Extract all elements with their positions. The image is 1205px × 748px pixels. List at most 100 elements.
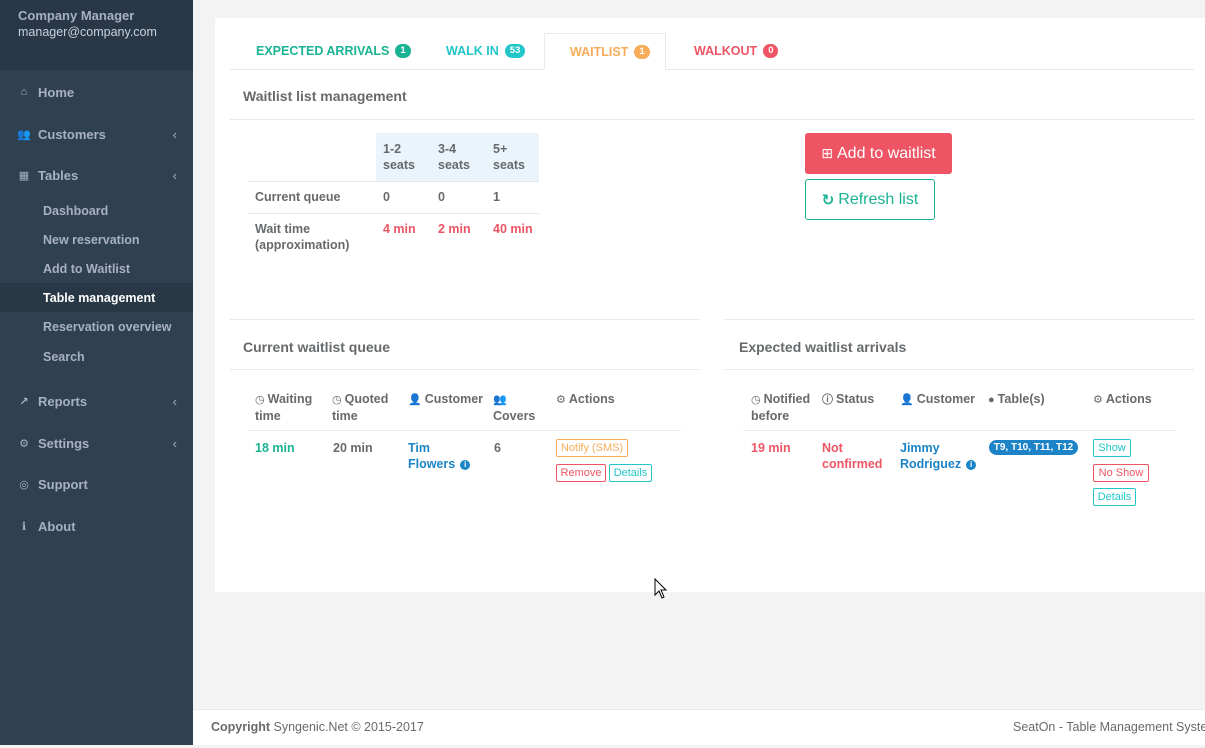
footer-app-name: SeatOn - Table Management System [1013,720,1205,734]
chevron-left-icon: ‹ [172,126,177,142]
divider [230,119,1194,120]
arrival-details-button[interactable]: Details [1093,488,1136,506]
table-divider [743,430,1176,431]
nav-sub-new-reservation[interactable]: New reservation [0,225,193,254]
nav-settings[interactable]: ⚙ Settings ‹ [0,432,193,454]
nav-settings-label: Settings [38,435,90,451]
profile-header[interactable]: Company Manager manager@company.com [0,0,193,70]
info-circle-icon: ⓘ [822,394,833,406]
nav-reports-label: Reports [38,393,88,409]
gears-icon: ⚙ [1093,394,1103,406]
header-customer: 👤 Customer [408,392,484,406]
table-divider [248,213,539,214]
tab-count-badge: 1 [395,44,411,58]
tab-walkout-label: WALKOUT [694,44,758,58]
chevron-left-icon: ‹ [172,393,177,409]
info-icon: ℹ [21,520,27,533]
nav-reports[interactable]: ↗ Reports ‹ [0,390,193,412]
nav-sub-reservation-overview[interactable]: Reservation overview [0,312,193,341]
header-status: ⓘ Status [822,392,875,406]
info-icon[interactable]: i [460,459,471,470]
no-show-button[interactable]: No Show [1093,464,1149,482]
tab-waitlist-label: WAITLIST [570,44,629,59]
tab-expected-arrivals[interactable]: EXPECTED ARRIVALS 1 [256,33,411,69]
tab-count-badge: 53 [504,44,526,58]
add-to-waitlist-button[interactable]: ⊞ Add to waitlist [805,133,952,174]
tab-count-badge: 0 [763,44,779,58]
seats-header-3-4: 3-4 seats [438,142,470,172]
nav-support[interactable]: ◎ Support [0,473,193,495]
clock-icon: ◷ [255,394,265,406]
notify-sms-button[interactable]: Notify (SMS) [556,439,628,457]
wait-value-5-plus: 40 min [493,222,533,236]
add-to-waitlist-label: Add to waitlist [837,144,936,162]
circle-icon: ● [988,394,995,406]
clock-icon: ◷ [332,394,342,406]
details-button[interactable]: Details [609,464,652,482]
mouse-cursor-icon [654,578,668,599]
nav-customers-label: Customers [38,126,106,142]
refresh-list-button[interactable]: ↻ Refresh list [805,179,935,220]
nav-home[interactable]: ⌂ Home [0,81,193,103]
divider [725,319,1194,320]
nav-sub-add-to-waitlist[interactable]: Add to Waitlist [0,254,193,283]
queue-quoted-value: 20 min [333,441,373,455]
nav-tables-label: Tables [38,167,79,183]
wait-time-label: Wait time (approximation) [255,222,350,252]
nav-about[interactable]: ℹ About [0,515,193,537]
user-icon: 👤 [900,394,914,406]
arrival-customer-link[interactable]: Jimmy Rodriguez i [900,440,977,472]
management-title: Waitlist list management [243,88,407,104]
queue-customer-link[interactable]: Tim Flowers i [408,440,471,472]
remove-button[interactable]: Remove [556,464,606,482]
tab-expected-arrivals-label: EXPECTED ARRIVALS [256,44,390,58]
queue-value-5-plus: 1 [493,190,500,204]
header-actions: ⚙ Actions [556,392,615,406]
nav-home-label: Home [38,84,75,100]
nav-tables[interactable]: ▦ Tables ‹ [0,164,193,186]
chevron-left-icon: ‹ [172,435,177,451]
copyright-text: Syngenic.Net © 2015-2017 [273,720,424,734]
queue-covers-value: 6 [494,441,501,455]
queue-value-1-2: 0 [383,190,390,204]
main-panel: EXPECTED ARRIVALS 1 WALK IN 53 WAITLIST … [215,18,1205,592]
header-notified-before: ◷ Notified before [751,392,811,423]
gears-icon: ⚙ [556,394,566,406]
wait-value-1-2: 4 min [383,222,416,236]
nav-customers[interactable]: 👥 Customers ‹ [0,123,193,145]
seats-header-1-2: 1-2 seats [383,142,415,172]
header-tables: ● Table(s) [988,392,1045,406]
queue-value-3-4: 0 [438,190,445,204]
tables-badge: T9, T10, T11, T12 [989,440,1078,455]
chart-icon: ↗ [19,395,29,408]
tab-walkout[interactable]: WALKOUT 0 [694,33,779,69]
show-button[interactable]: Show [1093,439,1131,457]
gears-icon: ⚙ [19,437,29,450]
table-divider [248,430,681,431]
tab-walk-in[interactable]: WALK IN 53 [446,33,526,69]
nav-sub-table-management[interactable]: Table management [0,283,193,312]
arrival-notified-value: 19 min [751,441,791,455]
users-icon: 👥 [493,394,507,406]
header-covers: 👥 Covers [493,394,536,423]
tab-waitlist[interactable]: WAITLIST 1 [544,33,666,70]
divider [725,369,1194,370]
footer: Copyright Syngenic.Net © 2015-2017 SeatO… [193,709,1205,745]
refresh-icon: ↻ [821,191,835,209]
divider [230,369,699,370]
header-waiting-time: ◷ Waiting time [255,392,313,423]
nav-sub-dashboard[interactable]: Dashboard [0,196,193,225]
header-quoted-time: ◷ Quoted time [332,392,389,423]
wait-value-3-4: 2 min [438,222,471,236]
queue-title: Current waitlist queue [243,339,391,355]
tab-walk-in-label: WALK IN [446,44,499,58]
user-icon: 👤 [408,394,422,406]
copyright: Copyright Syngenic.Net © 2015-2017 [211,720,424,734]
current-queue-label: Current queue [255,190,341,204]
sidebar: Company Manager manager@company.com ⌂ Ho… [0,0,193,745]
info-icon[interactable]: i [966,459,977,470]
nav-support-label: Support [38,476,88,492]
nav-sub-search[interactable]: Search [0,342,193,371]
calendar-icon: ▦ [18,169,30,182]
divider [230,319,699,320]
